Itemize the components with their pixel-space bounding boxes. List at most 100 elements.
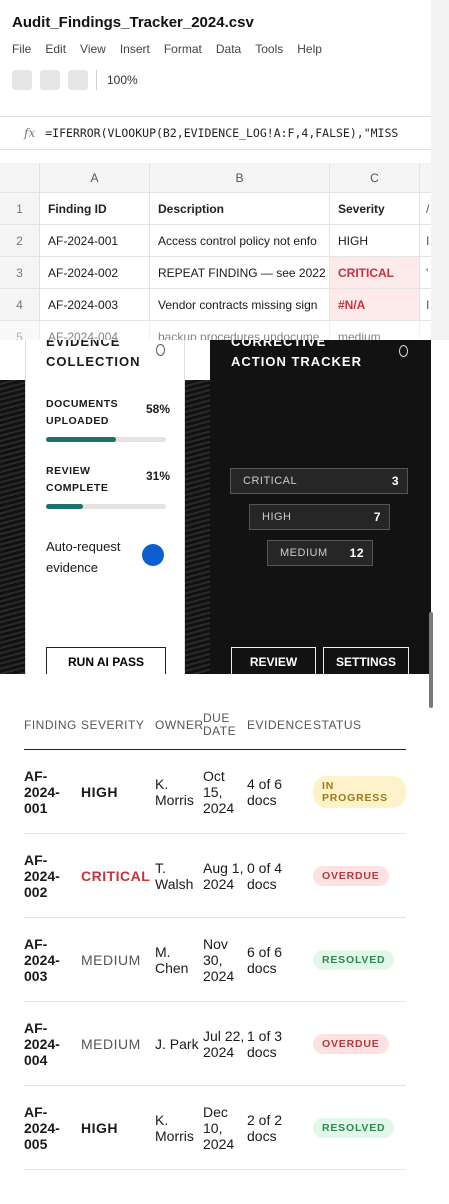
severity: HIGH: [81, 1119, 118, 1136]
auto-request-toggle[interactable]: [142, 544, 164, 566]
status-cell: OVERDUE: [313, 865, 406, 886]
table-header: FINDING SEVERITY OWNER DUE DATE EVIDENCE…: [24, 700, 406, 750]
scrollbar-thumb[interactable]: [429, 612, 433, 708]
cell[interactable]: backup procedures undocume: [150, 321, 330, 340]
toolbar: 100%: [12, 70, 138, 90]
menu-help[interactable]: Help: [297, 42, 322, 56]
table-row[interactable]: AF-2024-001 HIGH K. Morris Oct 15, 2024 …: [24, 750, 406, 834]
cell[interactable]: Description: [150, 193, 330, 224]
band-right-edge: [431, 340, 449, 674]
cell[interactable]: AF-2024-003: [40, 289, 150, 320]
status-cell: RESOLVED: [313, 1117, 406, 1138]
severity: MEDIUM: [81, 1035, 141, 1052]
card-title-line: EVIDENCE: [46, 340, 121, 349]
metric-value: 58%: [145, 402, 170, 416]
document-title: Audit_Findings_Tracker_2024.csv: [12, 14, 254, 31]
menu-data[interactable]: Data: [216, 42, 241, 56]
table-row[interactable]: AF-2024-002 CRITICAL T. Walsh Aug 1, 202…: [24, 834, 406, 918]
row-number[interactable]: 5: [0, 321, 40, 340]
header-evidence[interactable]: EVIDENCE: [247, 717, 313, 733]
row-number[interactable]: 4: [0, 289, 40, 320]
spreadsheet-grid: A B C 1 Finding ID Description Severity …: [0, 163, 431, 340]
evidence-collection-card: EVIDENCE COLLECTION DOCUMENTS UPLOADED 5…: [25, 340, 185, 674]
finding-id: AF-2024-003: [24, 935, 60, 984]
row-number[interactable]: 2: [0, 225, 40, 256]
print-button[interactable]: [68, 70, 88, 90]
menu-file[interactable]: File: [12, 42, 31, 56]
cell[interactable]: AF-2024-001: [40, 225, 150, 256]
menu-tools[interactable]: Tools: [255, 42, 283, 56]
header-finding[interactable]: FINDING: [24, 717, 81, 733]
column-header-c[interactable]: C: [330, 163, 420, 192]
progress-bar-fill: [46, 437, 116, 442]
header-due-date[interactable]: DUE DATE: [203, 711, 247, 738]
corrective-action-card: CORRECTIVE ACTION TRACKER CRITICAL 3 HIG…: [210, 340, 431, 674]
pill-count: 3: [391, 474, 399, 488]
status-ring-icon: [156, 344, 165, 356]
owner: T. Walsh: [155, 859, 194, 892]
review-button[interactable]: REVIEW: [231, 647, 316, 674]
metric-value: 31%: [145, 469, 170, 483]
menu-edit[interactable]: Edit: [45, 42, 66, 56]
table-row[interactable]: AF-2024-004 MEDIUM J. Park Jul 22, 2024 …: [24, 1002, 406, 1086]
pill-label: HIGH: [262, 511, 292, 523]
severity: MEDIUM: [81, 951, 141, 968]
cell[interactable]: Vendor contracts missing sign: [150, 289, 330, 320]
cell[interactable]: [420, 321, 431, 340]
cell[interactable]: REPEAT FINDING — see 2022: [150, 257, 330, 288]
cell[interactable]: I: [420, 225, 431, 256]
header-owner[interactable]: OWNER: [155, 717, 203, 733]
pill-high[interactable]: HIGH 7: [249, 504, 390, 530]
header-status[interactable]: STATUS: [313, 718, 406, 732]
menu-format[interactable]: Format: [164, 42, 202, 56]
cell[interactable]: HIGH: [330, 225, 420, 256]
pill-medium[interactable]: MEDIUM 12: [267, 540, 373, 566]
card-title: EVIDENCE COLLECTION: [46, 340, 141, 372]
card-title-line: ACTION TRACKER: [231, 354, 362, 369]
select-all-corner[interactable]: [0, 163, 40, 192]
cell[interactable]: /: [420, 193, 431, 224]
formula-input[interactable]: =IFERROR(VLOOKUP(B2,EVIDENCE_LOG!A:F,4,F…: [45, 126, 398, 140]
cell[interactable]: Severity: [330, 193, 420, 224]
cell-error[interactable]: #N/A: [330, 289, 420, 320]
table-row[interactable]: AF-2024-003 MEDIUM M. Chen Nov 30, 2024 …: [24, 918, 406, 1002]
owner: J. Park: [155, 1035, 199, 1052]
menu-insert[interactable]: Insert: [120, 42, 150, 56]
pill-critical[interactable]: CRITICAL 3: [230, 468, 408, 494]
due-date: Jul 22, 2024: [203, 1027, 245, 1060]
menu-view[interactable]: View: [80, 42, 106, 56]
column-header-a[interactable]: A: [40, 163, 150, 192]
row-number[interactable]: 1: [0, 193, 40, 224]
status-badge: RESOLVED: [313, 1117, 395, 1138]
status-badge: IN PROGRESS: [313, 775, 406, 808]
status-cell: IN PROGRESS: [313, 775, 406, 808]
finding-id: AF-2024-004: [24, 1019, 60, 1068]
cell[interactable]: Finding ID: [40, 193, 150, 224]
column-header-d[interactable]: [420, 163, 431, 192]
evidence-count: 0 of 4 docs: [247, 859, 283, 892]
header-severity[interactable]: SEVERITY: [81, 718, 155, 732]
auto-request-label: Auto-request evidence: [46, 539, 121, 575]
cell[interactable]: medium: [330, 321, 420, 340]
cell[interactable]: AF-2024-002: [40, 257, 150, 288]
cell[interactable]: AF-2024-004: [40, 321, 150, 340]
zoom-select[interactable]: 100%: [107, 73, 138, 87]
due-date: Dec 10, 2024: [203, 1103, 235, 1152]
owner: K. Morris: [155, 775, 194, 808]
sheet-right-edge: [431, 0, 449, 340]
cell[interactable]: Access control policy not enfo: [150, 225, 330, 256]
owner: K. Morris: [155, 1111, 194, 1144]
table-row[interactable]: AF-2024-005 HIGH K. Morris Dec 10, 2024 …: [24, 1086, 406, 1170]
row-number[interactable]: 3: [0, 257, 40, 288]
column-header-b[interactable]: B: [150, 163, 330, 192]
card-title-line: COLLECTION: [46, 354, 141, 369]
cell[interactable]: I: [420, 289, 431, 320]
status-badge: RESOLVED: [313, 949, 395, 970]
run-ai-pass-button[interactable]: RUN AI PASS: [46, 647, 166, 674]
redo-button[interactable]: [40, 70, 60, 90]
cell-critical[interactable]: CRITICAL: [330, 257, 420, 288]
undo-button[interactable]: [12, 70, 32, 90]
formula-bar: fx =IFERROR(VLOOKUP(B2,EVIDENCE_LOG!A:F,…: [0, 116, 431, 150]
settings-button[interactable]: SETTINGS: [323, 647, 409, 674]
cell[interactable]: ': [420, 257, 431, 288]
